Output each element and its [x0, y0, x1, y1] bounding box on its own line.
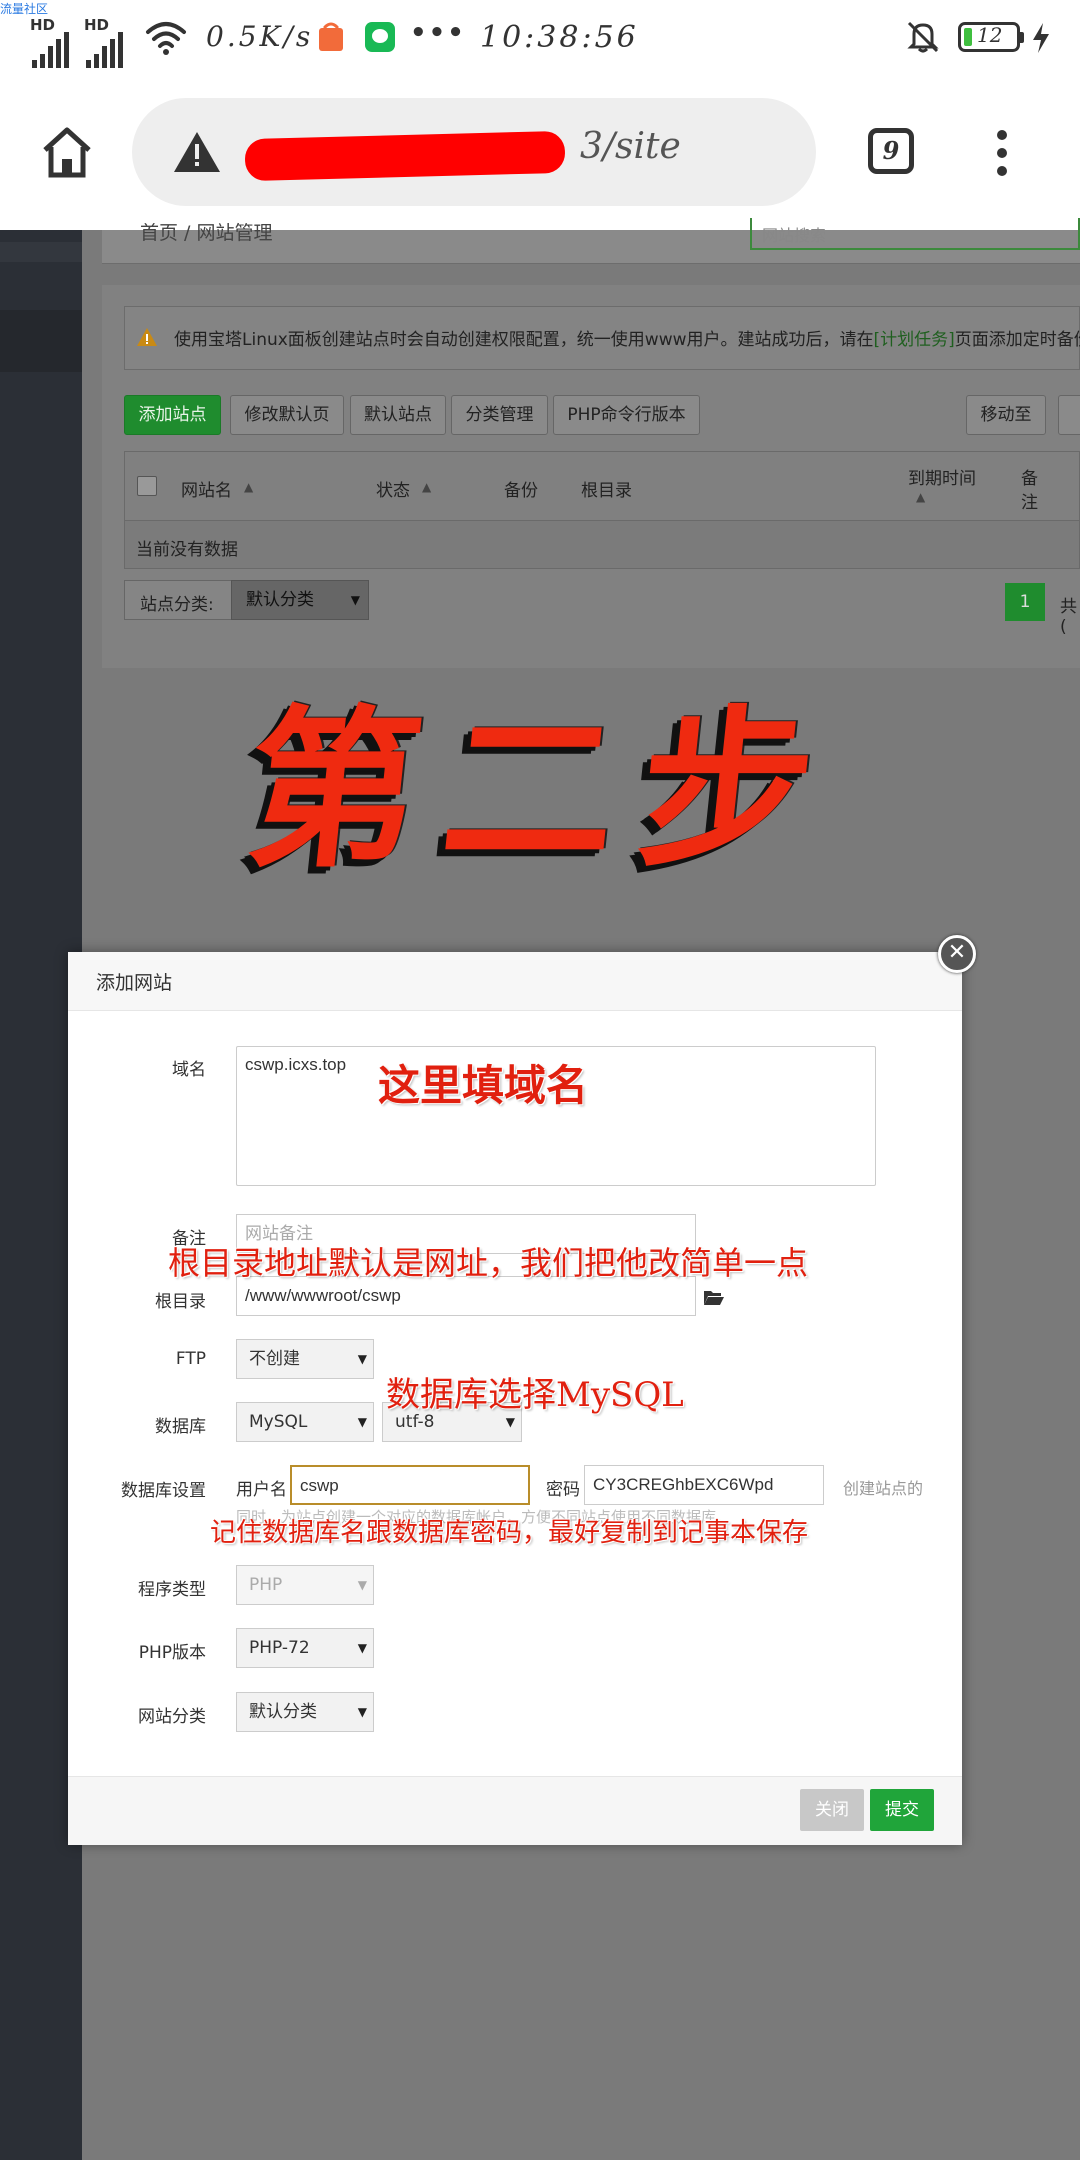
default-site-button[interactable]: 默认站点	[350, 395, 446, 435]
site-category-select[interactable]: 默认分类 ▼	[236, 1692, 374, 1732]
db-settings-label: 数据库设置	[121, 1481, 206, 1501]
category-manage-button[interactable]: 分类管理	[451, 395, 548, 435]
php-cli-version-button[interactable]: PHP命令行版本	[553, 395, 700, 435]
shopping-app-icon	[319, 22, 343, 51]
site-search-input[interactable]: 网站搜索	[750, 218, 1080, 250]
edit-default-page-button[interactable]: 修改默认页	[230, 395, 344, 435]
notice-text: 使用宝塔Linux面板创建站点时会自动创建权限配置，统一使用www用户。建站成功…	[174, 330, 1080, 350]
url-redaction	[244, 130, 566, 182]
db-password-label: 密码	[546, 1480, 580, 1500]
col-note: 备	[1021, 469, 1038, 489]
pagination-total: 共(	[1060, 597, 1077, 637]
db-password-input[interactable]: CY3CREGhbEXC6Wpd	[584, 1465, 824, 1505]
db-user-label: 用户名	[236, 1480, 287, 1500]
tab-switcher-button[interactable]: 9	[868, 128, 914, 174]
dropdown-arrow-icon: ▼	[357, 1352, 367, 1366]
php-version-label: PHP版本	[138, 1643, 206, 1663]
col-note: 注	[1021, 493, 1038, 513]
table-empty-row	[124, 521, 1080, 569]
step-annotation-title: 第二步	[237, 688, 848, 891]
folder-open-icon[interactable]	[703, 1288, 725, 1306]
clock: 10:38:56	[480, 20, 639, 55]
insecure-warning-icon[interactable]	[172, 130, 222, 174]
dropdown-arrow-icon: ▼	[350, 593, 360, 607]
database-label: 数据库	[155, 1417, 206, 1437]
db-password-note: 记住数据库名跟数据库密码，最好复制到记事本保存	[210, 1518, 809, 1548]
database-note: 数据库选择MySQL	[386, 1375, 684, 1415]
url-text[interactable]: 3/site	[580, 126, 681, 167]
program-type-select[interactable]: PHP ▼	[236, 1565, 374, 1605]
ftp-label: FTP	[175, 1349, 206, 1369]
col-site-name[interactable]: 网站名	[181, 476, 232, 501]
dropdown-arrow-icon: ▼	[357, 1705, 367, 1719]
cron-task-link[interactable]: [计划任务]	[874, 330, 955, 350]
close-button[interactable]: 关闭	[800, 1789, 864, 1831]
network-speed: 0.5K/s	[206, 20, 314, 53]
pagination-current[interactable]: 1	[1005, 583, 1045, 621]
breadcrumb: 首页 / 网站管理	[140, 222, 273, 244]
sort-arrow-icon[interactable]: ▲	[244, 480, 253, 494]
more-notifications: •••	[410, 18, 466, 48]
col-root: 根目录	[581, 481, 632, 501]
charging-bolt-icon	[1033, 23, 1049, 53]
sort-arrow-icon[interactable]: ▲	[422, 480, 431, 494]
dialog-title: 添加网站	[96, 972, 173, 994]
submit-button[interactable]: 提交	[870, 1789, 934, 1831]
chat-app-icon	[365, 22, 395, 52]
site-category-label: 网站分类	[138, 1707, 206, 1727]
sort-arrow-icon[interactable]: ▲	[916, 490, 925, 504]
home-icon[interactable]	[40, 125, 94, 179]
move-to-button[interactable]: 移动至	[966, 395, 1046, 435]
wifi-icon	[146, 22, 186, 55]
muted-bell-icon	[907, 21, 939, 53]
php-version-select[interactable]: PHP-72 ▼	[236, 1628, 374, 1668]
close-icon[interactable]: ✕	[938, 935, 976, 973]
empty-text: 当前没有数据	[136, 540, 238, 560]
col-status[interactable]: 状态	[376, 476, 410, 501]
db-hint-right: 创建站点的	[843, 1479, 924, 1498]
root-note: 根目录地址默认是网址，我们把他改简单一点	[168, 1244, 809, 1282]
overflow-menu-icon[interactable]	[992, 128, 1012, 178]
database-type-select[interactable]: MySQL ▼	[236, 1402, 374, 1442]
select-all-checkbox[interactable]	[137, 476, 157, 496]
more-actions-button[interactable]	[1058, 395, 1080, 435]
dropdown-arrow-icon: ▼	[357, 1578, 367, 1592]
add-site-button[interactable]: 添加站点	[124, 395, 221, 435]
dropdown-arrow-icon: ▼	[357, 1641, 367, 1655]
ftp-select[interactable]: 不创建 ▼	[236, 1339, 374, 1379]
dialog-header	[68, 952, 962, 1011]
category-select[interactable]: 默认分类 ▼	[231, 580, 369, 620]
program-type-label: 程序类型	[138, 1580, 206, 1600]
warning-icon	[137, 328, 157, 346]
status-bar: 流量社区 HD HD 0.5K/s ••• 10:38:56 12	[0, 0, 1080, 75]
domain-label: 域名	[172, 1060, 206, 1080]
col-backup: 备份	[504, 481, 538, 501]
db-user-input[interactable]: cswp	[290, 1465, 530, 1505]
watermark: 流量社区	[0, 2, 49, 16]
domain-note: 这里填域名	[378, 1061, 589, 1110]
root-dir-label: 根目录	[155, 1292, 206, 1312]
dropdown-arrow-icon: ▼	[357, 1415, 367, 1429]
category-label: 站点分类:	[140, 595, 214, 615]
col-expire[interactable]: 到期时间	[908, 464, 976, 489]
battery-icon: 12	[958, 22, 1024, 52]
